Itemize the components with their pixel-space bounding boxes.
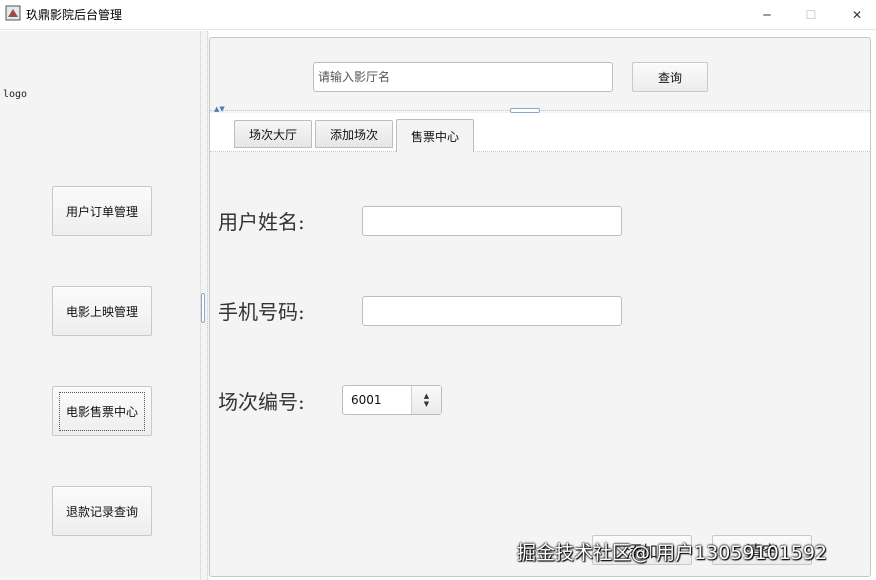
close-icon: ✕ bbox=[851, 8, 863, 22]
logo: logo bbox=[3, 89, 28, 100]
sidebar-item-label: 用户订单管理 bbox=[65, 204, 138, 219]
search-button-label: 查询 bbox=[657, 70, 682, 85]
search-input[interactable] bbox=[313, 62, 613, 92]
tab-ticket-center[interactable]: 售票中心 bbox=[396, 119, 474, 152]
tab-bar: 场次大厅 添加场次 售票中心 bbox=[210, 113, 870, 152]
split-divider[interactable] bbox=[200, 31, 209, 580]
sidebar-item-movie-showing[interactable]: 电影上映管理 bbox=[52, 286, 152, 336]
session-number-value[interactable]: 6001 bbox=[351, 393, 382, 407]
minimize-icon: ─ bbox=[763, 8, 771, 22]
phone-number-field[interactable] bbox=[362, 296, 622, 326]
phone-number-label: 手机号码: bbox=[218, 300, 305, 324]
close-button[interactable]: ✕ bbox=[834, 0, 876, 30]
sidebar-item-label: 退款记录查询 bbox=[65, 504, 138, 519]
tab-session-hall[interactable]: 场次大厅 bbox=[234, 120, 312, 148]
sidebar-item-user-orders[interactable]: 用户订单管理 bbox=[52, 186, 152, 236]
maximize-icon: ☐ bbox=[805, 8, 817, 22]
divider-line bbox=[207, 31, 208, 580]
tab-label: 售票中心 bbox=[410, 129, 459, 144]
collapse-arrows-icon[interactable]: ▲▼ bbox=[214, 106, 225, 113]
app-icon bbox=[5, 5, 21, 21]
user-name-label: 用户姓名: bbox=[218, 210, 305, 234]
sidebar-item-ticket-center[interactable]: 电影售票中心 bbox=[52, 386, 152, 436]
search-button[interactable]: 查询 bbox=[632, 62, 708, 92]
title-bar: 玖鼎影院后台管理 ─ ☐ ✕ bbox=[0, 0, 876, 30]
tab-label: 添加场次 bbox=[329, 127, 378, 142]
watermark: 掘金技术社区@ 用户13059101592 bbox=[517, 542, 828, 564]
main-panel: 查询 ▲▼ 场次大厅 添加场次 售票中心 用户姓名: 手机号码: 场次编号: 6… bbox=[209, 37, 871, 577]
session-number-spinner[interactable]: 6001 ▲ ▼ bbox=[342, 385, 442, 415]
minimize-button[interactable]: ─ bbox=[744, 0, 790, 30]
maximize-button[interactable]: ☐ bbox=[788, 0, 834, 30]
tab-add-session[interactable]: 添加场次 bbox=[315, 120, 393, 148]
sidebar-item-label: 电影售票中心 bbox=[58, 391, 146, 431]
window-title: 玖鼎影院后台管理 bbox=[26, 8, 123, 22]
session-number-label: 场次编号: bbox=[218, 390, 305, 414]
sidebar: logo 用户订单管理 电影上映管理 电影售票中心 退款记录查询 bbox=[0, 31, 200, 580]
divider-grip-handle[interactable] bbox=[201, 293, 205, 323]
spinner-arrows-icon[interactable]: ▲ ▼ bbox=[411, 386, 441, 414]
user-name-field[interactable] bbox=[362, 206, 622, 236]
sidebar-item-refund-records[interactable]: 退款记录查询 bbox=[52, 486, 152, 536]
sidebar-item-label: 电影上映管理 bbox=[65, 304, 138, 319]
tab-label: 场次大厅 bbox=[248, 127, 297, 142]
horizontal-split-divider[interactable] bbox=[210, 110, 870, 111]
